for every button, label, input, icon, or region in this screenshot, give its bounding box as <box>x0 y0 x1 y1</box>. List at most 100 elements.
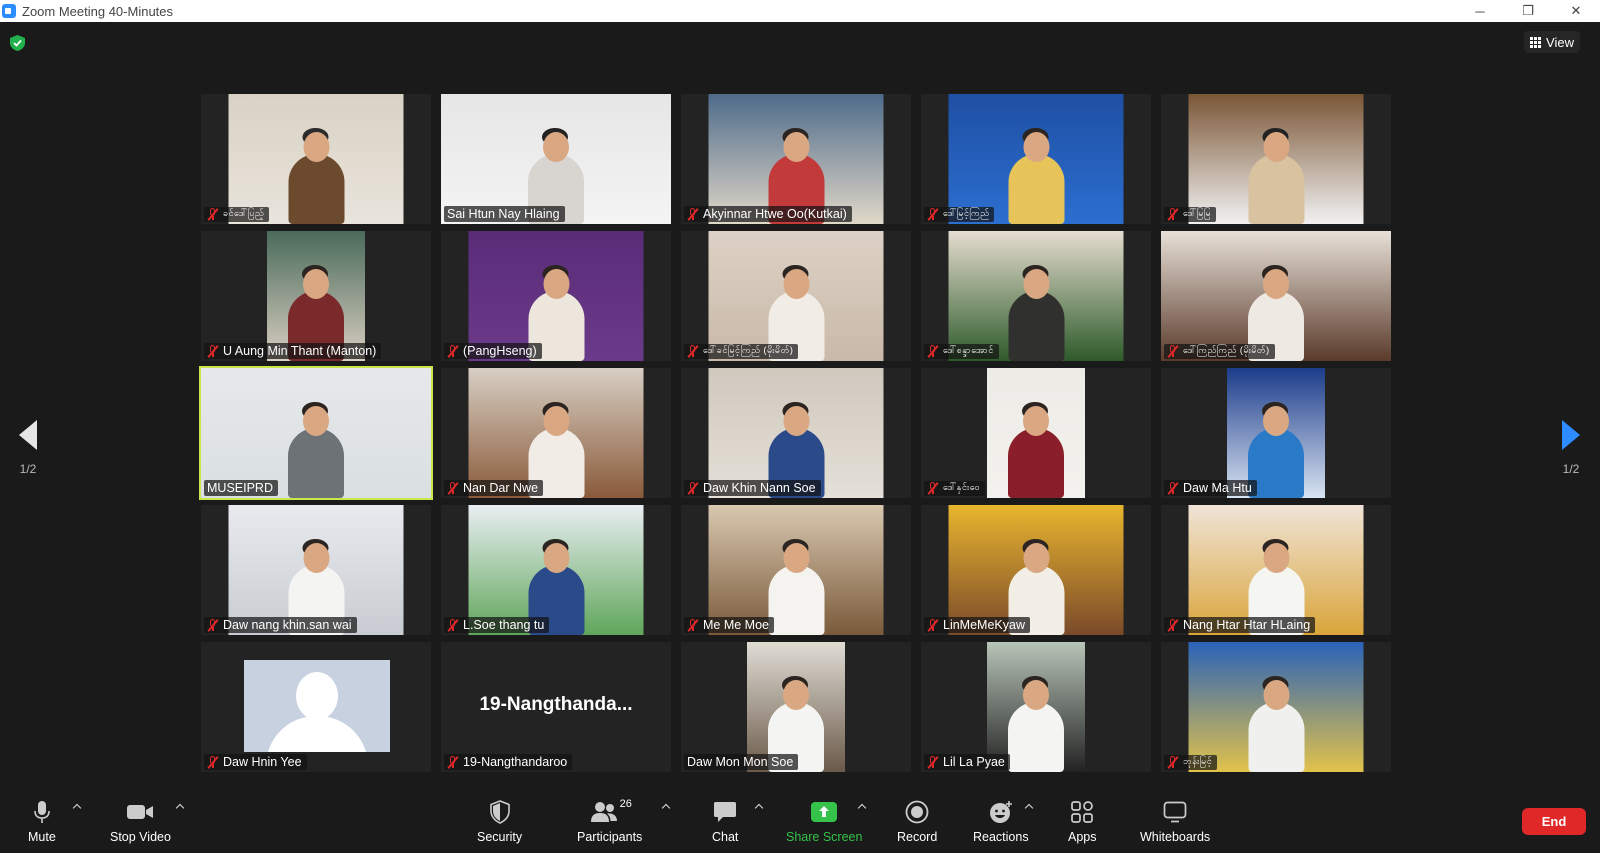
participant-tile[interactable]: ဒေါ်မြင့်ကြည် <box>921 94 1151 224</box>
participant-tile[interactable]: L.Soe thang tu <box>441 505 671 635</box>
participant-name-label: Akyinnar Htwe Oo(Kutkai) <box>684 206 852 222</box>
participant-name-label: Me Me Moe <box>684 617 774 633</box>
previous-page-button[interactable]: 1/2 <box>8 420 48 476</box>
reactions-options-caret[interactable] <box>1024 802 1034 812</box>
page-indicator-right: 1/2 <box>1562 462 1580 476</box>
participant-name-label: Daw Mon Mon Soe <box>684 754 799 770</box>
participants-label: Participants <box>577 830 643 844</box>
chat-button[interactable]: Chat <box>712 798 738 848</box>
muted-microphone-icon <box>447 755 459 769</box>
participant-video <box>747 642 845 772</box>
participant-tile[interactable]: Daw Hnin Yee <box>201 642 431 772</box>
muted-microphone-icon <box>207 618 219 632</box>
participant-tile[interactable]: Daw Ma Htu <box>1161 368 1391 498</box>
participant-tile[interactable]: Nan Dar Nwe <box>441 368 671 498</box>
security-button[interactable]: Security <box>477 798 522 848</box>
participant-tile[interactable]: MUSEIPRD <box>199 366 433 500</box>
participant-tile[interactable]: ဒေါ်မြမြ <box>1161 94 1391 224</box>
participant-tile[interactable]: Daw Khin Nann Soe <box>681 368 911 498</box>
participant-name: Sai Htun Nay Hlaing <box>447 207 560 221</box>
muted-microphone-icon <box>687 207 699 221</box>
participant-tile[interactable]: ဘုန်းမြင့် <box>1161 642 1391 772</box>
muted-microphone-icon <box>927 482 939 495</box>
next-page-button[interactable]: 1/2 <box>1551 420 1591 476</box>
participant-tile[interactable]: U Aung Min Thant (Manton) <box>201 231 431 361</box>
record-button[interactable]: Record <box>897 798 937 848</box>
participant-tile[interactable]: ဒေါ်နှင်းဝေ <box>921 368 1151 498</box>
participant-video <box>987 368 1085 498</box>
encryption-shield-icon[interactable] <box>10 35 25 51</box>
reactions-button[interactable]: Reactions <box>973 798 1029 848</box>
participant-tile[interactable]: Lil La Pyae <box>921 642 1151 772</box>
share-screen-icon <box>811 802 838 822</box>
muted-microphone-icon <box>207 344 219 358</box>
participant-tile[interactable]: Me Me Moe <box>681 505 911 635</box>
muted-microphone-icon <box>687 481 699 495</box>
participant-video <box>708 94 884 224</box>
video-camera-icon <box>127 805 154 819</box>
maximize-button[interactable]: ❐ <box>1504 0 1552 22</box>
participant-tile[interactable]: ဒေါ်စန္ဒာအောင် <box>921 231 1151 361</box>
participant-name-label: (PangHseng) <box>444 343 542 359</box>
participants-options-caret[interactable] <box>661 802 671 812</box>
participant-video <box>1161 231 1391 361</box>
muted-microphone-icon <box>927 345 939 358</box>
participant-video <box>948 231 1124 361</box>
participant-video <box>708 505 884 635</box>
end-meeting-button[interactable]: End <box>1522 808 1586 835</box>
participant-video <box>468 231 644 361</box>
muted-microphone-icon <box>1167 345 1179 358</box>
participant-name-label: ဒေါ်ခင်မြင့်ကြည် (မိုးမိတ်) <box>684 344 799 359</box>
participant-tile[interactable]: Sai Htun Nay Hlaing <box>441 94 671 224</box>
apps-button[interactable]: Apps <box>1068 798 1097 848</box>
participant-name: Akyinnar Htwe Oo(Kutkai) <box>703 207 847 221</box>
participant-tile[interactable]: Daw Mon Mon Soe <box>681 642 911 772</box>
participant-tile[interactable]: ဒေါ်ခင်မြင့်ကြည် (မိုးမိတ်) <box>681 231 911 361</box>
close-button[interactable]: ✕ <box>1552 0 1600 22</box>
participant-name: ဒေါ်ကြည်ကြည် (မိုးမိတ်) <box>1183 345 1270 355</box>
arrow-left-icon <box>19 420 37 450</box>
muted-microphone-icon <box>687 345 699 358</box>
minimize-button[interactable]: ─ <box>1456 0 1504 22</box>
participant-tile[interactable]: Akyinnar Htwe Oo(Kutkai) <box>681 94 911 224</box>
muted-microphone-icon <box>447 481 459 495</box>
participant-tile[interactable]: (PangHseng) <box>441 231 671 361</box>
whiteboards-button[interactable]: Whiteboards <box>1140 798 1210 848</box>
grid-view-icon <box>1530 36 1542 48</box>
participant-name: ဒေါ်မြမြ <box>1183 208 1212 218</box>
participant-tile[interactable]: Nang Htar Htar HLaing <box>1161 505 1391 635</box>
participant-name-label: ဒေါ်မြမြ <box>1164 207 1217 222</box>
participant-name-placeholder: 19-Nangthanda... <box>479 694 633 715</box>
participant-name: ဒေါ်မြင့်ကြည် <box>943 208 990 218</box>
muted-microphone-icon <box>1167 481 1179 495</box>
participant-name-label: LinMeMeKyaw <box>924 617 1030 633</box>
participant-tile[interactable]: ဒေါ်ကြည်ကြည် (မိုးမိတ်) <box>1161 231 1391 361</box>
chat-options-caret[interactable] <box>754 802 764 812</box>
participant-name-label: Sai Htun Nay Hlaing <box>444 206 565 222</box>
participant-name-label: ဒေါ်စန္ဒာအောင် <box>924 344 999 359</box>
participant-tile[interactable]: 19-Nangthanda... 19-Nangthandaroo <box>441 642 671 772</box>
muted-microphone-icon <box>927 618 939 632</box>
participant-name: ဘုန်းမြင့် <box>1183 756 1213 766</box>
stop-video-button[interactable]: Stop Video <box>110 798 171 848</box>
record-label: Record <box>897 830 938 844</box>
audio-options-caret[interactable] <box>72 802 82 812</box>
security-shield-icon <box>489 800 510 824</box>
stop-video-label: Stop Video <box>110 830 171 844</box>
muted-microphone-icon <box>207 755 219 769</box>
share-screen-button[interactable]: Share Screen <box>786 798 862 848</box>
mute-button[interactable]: Mute <box>28 798 56 848</box>
participant-tile[interactable]: ခင်ဒေါ်ပြည့် <box>201 94 431 224</box>
participant-name: ဒေါ်နှင်းဝေ <box>943 482 981 492</box>
video-options-caret[interactable] <box>175 802 185 812</box>
participant-video <box>948 505 1124 635</box>
view-button[interactable]: View <box>1524 31 1580 53</box>
participant-tile[interactable]: LinMeMeKyaw <box>921 505 1151 635</box>
participant-tile[interactable]: Daw nang khin.san wai <box>201 505 431 635</box>
share-options-caret[interactable] <box>857 802 867 812</box>
title-bar: Zoom Meeting 40-Minutes ─ ❐ ✕ <box>0 0 1600 22</box>
participant-name-label: Daw nang khin.san wai <box>204 617 357 633</box>
participants-button[interactable]: 26 Participants <box>577 798 642 848</box>
chat-label: Chat <box>712 830 739 844</box>
participant-name-label: Daw Khin Nann Soe <box>684 480 821 496</box>
